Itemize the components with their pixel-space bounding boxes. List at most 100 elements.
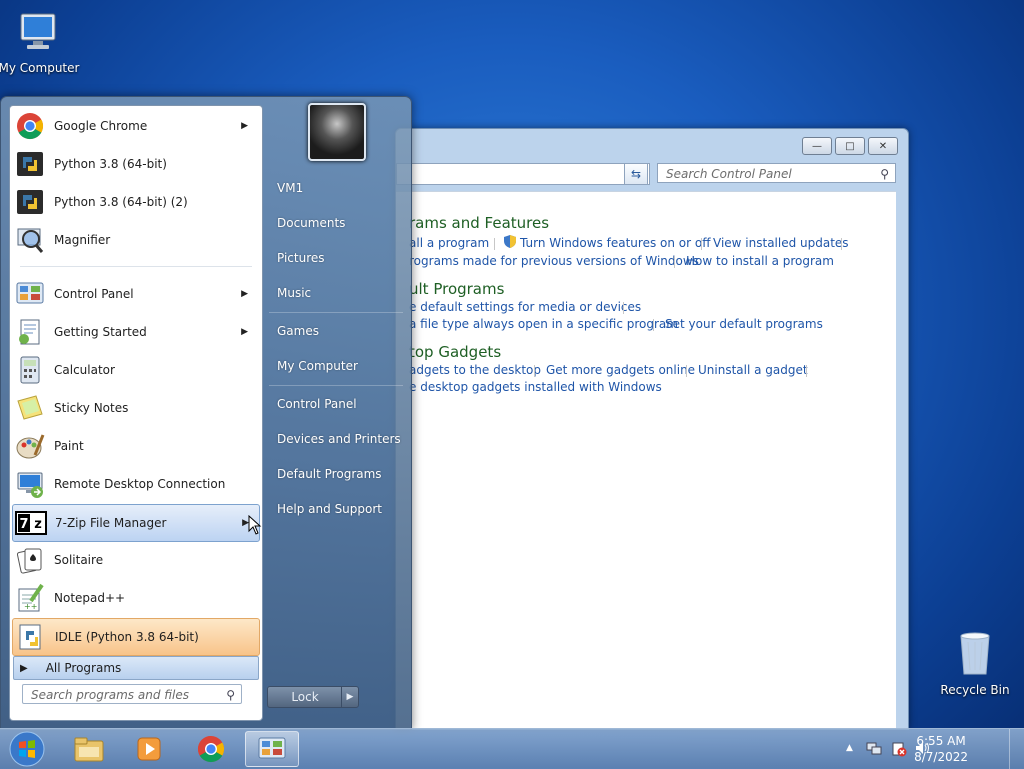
program-item[interactable]: Solitaire: [12, 542, 258, 578]
refresh-icon: ⇆: [630, 167, 642, 181]
submenu-arrow-icon[interactable]: ▶: [241, 327, 248, 337]
program-item[interactable]: Control Panel ▶: [12, 276, 258, 312]
program-label: Solitaire: [54, 553, 104, 567]
notepadpp-icon: ++: [14, 582, 46, 614]
all-programs-button[interactable]: ▶ All Programs: [13, 656, 259, 680]
program-label: Sticky Notes: [54, 401, 129, 415]
program-item[interactable]: IDLE (Python 3.8 64-bit): [12, 618, 260, 656]
start-button[interactable]: [0, 731, 54, 767]
recycle-bin-icon: [955, 632, 995, 681]
start-item-documents[interactable]: Documents: [277, 216, 345, 230]
network-icon[interactable]: [866, 741, 882, 758]
list-separator: [20, 266, 252, 267]
start-item-games[interactable]: Games: [277, 324, 319, 338]
link-set-default-programs[interactable]: Set your default programs: [665, 317, 823, 331]
link-run-older-programs[interactable]: rograms made for previous versions of Wi…: [409, 254, 699, 268]
link-restore-gadgets[interactable]: e desktop gadgets installed with Windows: [409, 380, 662, 394]
link-add-gadgets[interactable]: adgets to the desktop: [409, 363, 541, 377]
program-item[interactable]: 7 z 7-Zip File Manager ▶: [12, 504, 260, 542]
program-item[interactable]: Calculator: [12, 352, 258, 388]
start-item-default-programs[interactable]: Default Programs: [277, 467, 382, 481]
close-button[interactable]: ✕: [868, 137, 898, 155]
link-separator: [841, 238, 842, 250]
start-item-music[interactable]: Music: [277, 286, 311, 300]
link-separator: [674, 256, 675, 268]
refresh-button[interactable]: ⇆: [624, 163, 648, 185]
control-panel-window[interactable]: — □ ✕ ▼ ⇆ Search Control Panel ⚲ rams an…: [395, 128, 909, 730]
taskbar-media-player[interactable]: [122, 731, 176, 767]
link-uninstall-gadget[interactable]: Uninstall a gadget: [698, 363, 808, 377]
taskbar-chrome[interactable]: [184, 731, 238, 767]
submenu-arrow-icon[interactable]: ▶: [241, 289, 248, 299]
desktop-icon-recycle-bin[interactable]: Recycle Bin: [933, 630, 1017, 697]
clock-date: 8/7/2022: [914, 750, 968, 764]
program-label: Remote Desktop Connection: [54, 477, 226, 491]
taskbar-explorer[interactable]: [62, 731, 116, 767]
chrome-icon: [14, 110, 46, 142]
program-item[interactable]: Magnifier: [12, 222, 258, 258]
minimize-button[interactable]: —: [802, 137, 832, 155]
start-item-devices-printers[interactable]: Devices and Printers: [277, 432, 401, 446]
program-item[interactable]: Python 3.8 (64-bit) (2): [12, 184, 258, 220]
action-center-icon[interactable]: [891, 741, 907, 760]
control-panel-icon: [14, 278, 46, 310]
program-item[interactable]: Getting Started ▶: [12, 314, 258, 350]
shutdown-options-button[interactable]: ▶: [341, 686, 359, 708]
triangle-right-icon: ▶: [20, 662, 28, 674]
link-get-more-gadgets[interactable]: Get more gadgets online: [546, 363, 695, 377]
program-label: IDLE (Python 3.8 64-bit): [55, 630, 199, 644]
taskbar-control-panel[interactable]: [245, 731, 299, 767]
start-item-my-computer[interactable]: My Computer: [277, 359, 358, 373]
search-control-panel-input[interactable]: Search Control Panel ⚲: [657, 163, 896, 183]
program-item[interactable]: Python 3.8 (64-bit): [12, 146, 258, 182]
category-title-default-programs[interactable]: ult Programs: [409, 280, 504, 298]
submenu-arrow-icon[interactable]: ▶: [241, 121, 248, 131]
link-turn-windows-features[interactable]: Turn Windows features on or off: [520, 236, 711, 250]
start-item-help-support[interactable]: Help and Support: [277, 502, 382, 516]
program-label: 7-Zip File Manager: [55, 516, 167, 530]
search-placeholder: Search Control Panel: [666, 167, 792, 181]
address-bar[interactable]: ▼: [396, 163, 650, 185]
search-icon[interactable]: ⚲: [226, 685, 235, 705]
program-label: Notepad++: [54, 591, 126, 605]
program-item[interactable]: ++ Notepad++: [12, 580, 258, 616]
start-item-vm1[interactable]: VM1: [277, 181, 303, 195]
triangle-right-icon: ▶: [346, 692, 354, 702]
maximize-button[interactable]: □: [835, 137, 865, 155]
lock-button[interactable]: Lock: [267, 686, 343, 708]
program-item[interactable]: Remote Desktop Connection: [12, 466, 258, 502]
control-panel-content: rams and Features all a program Turn Win…: [396, 191, 896, 728]
search-icon[interactable]: ⚲: [880, 164, 889, 184]
system-clock[interactable]: 6:55 AM 8/7/2022: [914, 733, 968, 765]
windows-orb-icon: [9, 731, 45, 767]
python-icon: [14, 186, 46, 218]
user-picture[interactable]: [308, 103, 366, 161]
link-uninstall-program[interactable]: all a program: [409, 236, 489, 250]
show-desktop-button[interactable]: [1009, 729, 1024, 769]
program-item[interactable]: Google Chrome ▶: [12, 108, 258, 144]
start-item-pictures[interactable]: Pictures: [277, 251, 325, 265]
category-title-desktop-gadgets[interactable]: top Gadgets: [409, 343, 501, 361]
program-label: Control Panel: [54, 287, 134, 301]
program-label: Calculator: [54, 363, 115, 377]
show-hidden-icons-button[interactable]: ▲: [846, 743, 853, 753]
7zip-icon: 7z: [15, 507, 47, 539]
link-file-type-open[interactable]: a file type always open in a specific pr…: [409, 317, 678, 331]
svg-text:7: 7: [19, 517, 28, 532]
list-separator: [269, 312, 403, 313]
link-separator: [806, 365, 807, 377]
start-item-control-panel[interactable]: Control Panel: [277, 397, 357, 411]
start-search-input[interactable]: Search programs and files ⚲: [22, 684, 242, 704]
link-how-to-install[interactable]: How to install a program: [686, 254, 834, 268]
search-placeholder: Search programs and files: [31, 688, 189, 702]
link-view-installed-updates[interactable]: View installed updates: [713, 236, 849, 250]
category-title-programs[interactable]: rams and Features: [409, 214, 549, 232]
desktop-icon-my-computer[interactable]: My Computer: [0, 8, 81, 75]
desktop-icon-label: My Computer: [0, 61, 80, 75]
program-item[interactable]: Sticky Notes: [12, 390, 258, 426]
program-item[interactable]: Paint: [12, 428, 258, 464]
link-change-default-settings[interactable]: e default settings for media or devices: [409, 300, 641, 314]
start-menu-program-list: Google Chrome ▶ Python 3.8 (64-bit) Python …: [9, 105, 263, 721]
control-panel-icon: [258, 737, 286, 759]
link-separator: [701, 238, 702, 250]
